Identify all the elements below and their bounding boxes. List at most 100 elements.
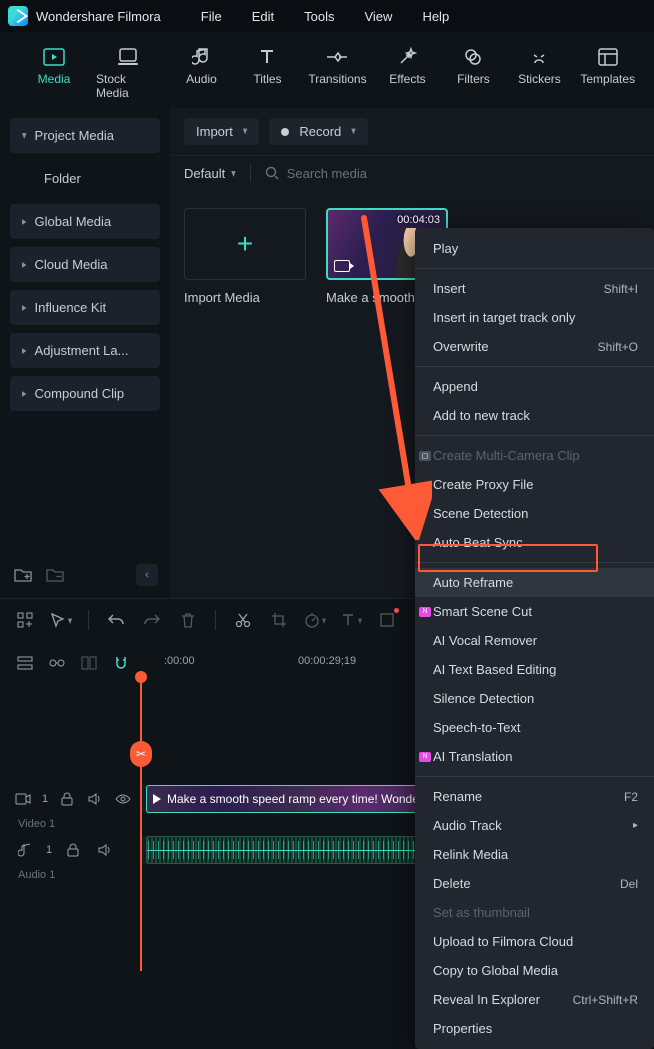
module-tabs: Media Stock Media Audio Titles Transitio…: [0, 32, 654, 108]
tab-stock-media[interactable]: Stock Media: [96, 46, 159, 100]
sidebar-item-compound-clip[interactable]: ▸ Compound Clip: [10, 376, 160, 411]
video-badge-icon: [334, 260, 350, 272]
track-opt-magnet[interactable]: [110, 652, 132, 674]
import-media-tile[interactable]: + Import Media: [184, 208, 306, 305]
playhead[interactable]: ✂: [140, 677, 142, 971]
delete-button[interactable]: [177, 609, 199, 631]
tab-titles[interactable]: Titles: [243, 46, 291, 100]
cm-audio-track[interactable]: Audio Track▸: [415, 811, 654, 840]
tab-templates[interactable]: Templates: [581, 46, 634, 100]
split-button[interactable]: [232, 609, 254, 631]
sidebar-item-cloud-media[interactable]: ▸ Cloud Media: [10, 247, 160, 282]
media-sidebar: ▾ Project Media Folder ▸ Global Media ▸ …: [0, 108, 170, 598]
adjust-button[interactable]: [376, 609, 398, 631]
cm-create-proxy[interactable]: Create Proxy File: [415, 470, 654, 499]
cm-smart-scene-cut[interactable]: NSmart Scene Cut: [415, 597, 654, 626]
tab-audio[interactable]: Audio: [177, 46, 225, 100]
sidebar-item-influence-kit[interactable]: ▸ Influence Kit: [10, 290, 160, 325]
tab-media[interactable]: Media: [30, 46, 78, 100]
tab-stickers-label: Stickers: [518, 72, 561, 86]
import-thumb[interactable]: +: [184, 208, 306, 280]
tab-transitions[interactable]: Transitions: [309, 46, 365, 100]
cm-ai-translation[interactable]: NAI Translation: [415, 742, 654, 771]
menu-view[interactable]: View: [364, 9, 392, 24]
cm-auto-beat-sync[interactable]: Auto Beat Sync: [415, 528, 654, 557]
cm-delete[interactable]: DeleteDel: [415, 869, 654, 898]
search-media[interactable]: [265, 166, 487, 181]
cm-relink-media[interactable]: Relink Media: [415, 840, 654, 869]
new-badge-icon: N: [419, 607, 431, 617]
cm-insert-target[interactable]: Insert in target track only: [415, 303, 654, 332]
sidebar-item-folder[interactable]: Folder: [10, 161, 160, 196]
redo-button[interactable]: [141, 609, 163, 631]
selection-tool-button[interactable]: ▾: [50, 609, 72, 631]
sort-dropdown[interactable]: Default ▾: [184, 166, 236, 181]
cm-speech-to-text[interactable]: Speech-to-Text: [415, 713, 654, 742]
sidebar-item-global-media[interactable]: ▸ Global Media: [10, 204, 160, 239]
audio-icon: [190, 46, 212, 68]
app-logo-icon: [8, 6, 28, 26]
cm-rename[interactable]: RenameF2: [415, 782, 654, 811]
video-track-icon[interactable]: [14, 788, 32, 810]
titles-icon: [256, 46, 278, 68]
menu-edit[interactable]: Edit: [252, 9, 274, 24]
cm-scene-detection[interactable]: Scene Detection: [415, 499, 654, 528]
track-mute-button[interactable]: [94, 839, 116, 861]
search-input[interactable]: [287, 166, 487, 181]
app-title: Wondershare Filmora: [36, 9, 161, 24]
cm-ai-vocal-remover[interactable]: AI Vocal Remover: [415, 626, 654, 655]
track-mute-button[interactable]: [86, 788, 104, 810]
collapse-sidebar-button[interactable]: ‹: [136, 564, 158, 586]
cm-upload-cloud[interactable]: Upload to Filmora Cloud: [415, 927, 654, 956]
cm-copy-global[interactable]: Copy to Global Media: [415, 956, 654, 985]
cm-properties[interactable]: Properties: [415, 1014, 654, 1043]
track-opt-3[interactable]: [78, 652, 100, 674]
audio-track-icon[interactable]: [14, 839, 36, 861]
tab-filters[interactable]: Filters: [449, 46, 497, 100]
cm-silence-detection[interactable]: Silence Detection: [415, 684, 654, 713]
record-dropdown[interactable]: Record ▾: [269, 118, 367, 145]
cm-add-new-track[interactable]: Add to new track: [415, 401, 654, 430]
new-folder-button[interactable]: [12, 564, 34, 586]
delete-folder-button[interactable]: [44, 564, 66, 586]
speed-button[interactable]: ▾: [304, 609, 326, 631]
cm-ai-text-editing[interactable]: AI Text Based Editing: [415, 655, 654, 684]
chevron-down-icon: ▾: [231, 166, 236, 180]
sidebar-item-project-media[interactable]: ▾ Project Media: [10, 118, 160, 153]
cm-overwrite[interactable]: OverwriteShift+O: [415, 332, 654, 361]
text-button[interactable]: ▾: [340, 609, 362, 631]
cm-append[interactable]: Append: [415, 372, 654, 401]
timeline-layout-button[interactable]: [14, 609, 36, 631]
cm-reveal-explorer[interactable]: Reveal In ExplorerCtrl+Shift+R: [415, 985, 654, 1014]
track-lock-button[interactable]: [62, 839, 84, 861]
tab-effects[interactable]: Effects: [383, 46, 431, 100]
crop-button[interactable]: [268, 609, 290, 631]
menu-help[interactable]: Help: [422, 9, 449, 24]
clip-strip-text: Make a smooth speed ramp every time! Won…: [167, 792, 419, 806]
play-icon: [153, 794, 161, 804]
sidebar-label: Adjustment La...: [35, 343, 129, 358]
playhead-cut-icon[interactable]: ✂: [130, 741, 152, 767]
menu-tools[interactable]: Tools: [304, 9, 334, 24]
cm-play[interactable]: Play: [415, 234, 654, 263]
tab-effects-label: Effects: [389, 72, 425, 86]
track-lock-button[interactable]: [58, 788, 76, 810]
chevron-right-icon: ▸: [22, 214, 27, 228]
undo-button[interactable]: [105, 609, 127, 631]
cm-auto-reframe[interactable]: Auto Reframe: [415, 568, 654, 597]
chevron-right-icon: ▸: [22, 300, 27, 314]
chevron-right-icon: ▸: [633, 820, 638, 831]
sidebar-label: Cloud Media: [35, 257, 108, 272]
cm-insert[interactable]: InsertShift+I: [415, 274, 654, 303]
track-opt-2[interactable]: [46, 652, 68, 674]
clip-duration: 00:04:03: [397, 214, 440, 226]
filters-icon: [462, 46, 484, 68]
tab-stickers[interactable]: Stickers: [515, 46, 563, 100]
menu-file[interactable]: File: [201, 9, 222, 24]
new-badge-icon: N: [419, 752, 431, 762]
import-dropdown[interactable]: Import ▾: [184, 118, 259, 145]
sidebar-item-adjustment-layer[interactable]: ▸ Adjustment La...: [10, 333, 160, 368]
track-visible-button[interactable]: [114, 788, 132, 810]
chevron-down-icon: ▾: [22, 128, 27, 142]
track-opt-1[interactable]: [14, 652, 36, 674]
